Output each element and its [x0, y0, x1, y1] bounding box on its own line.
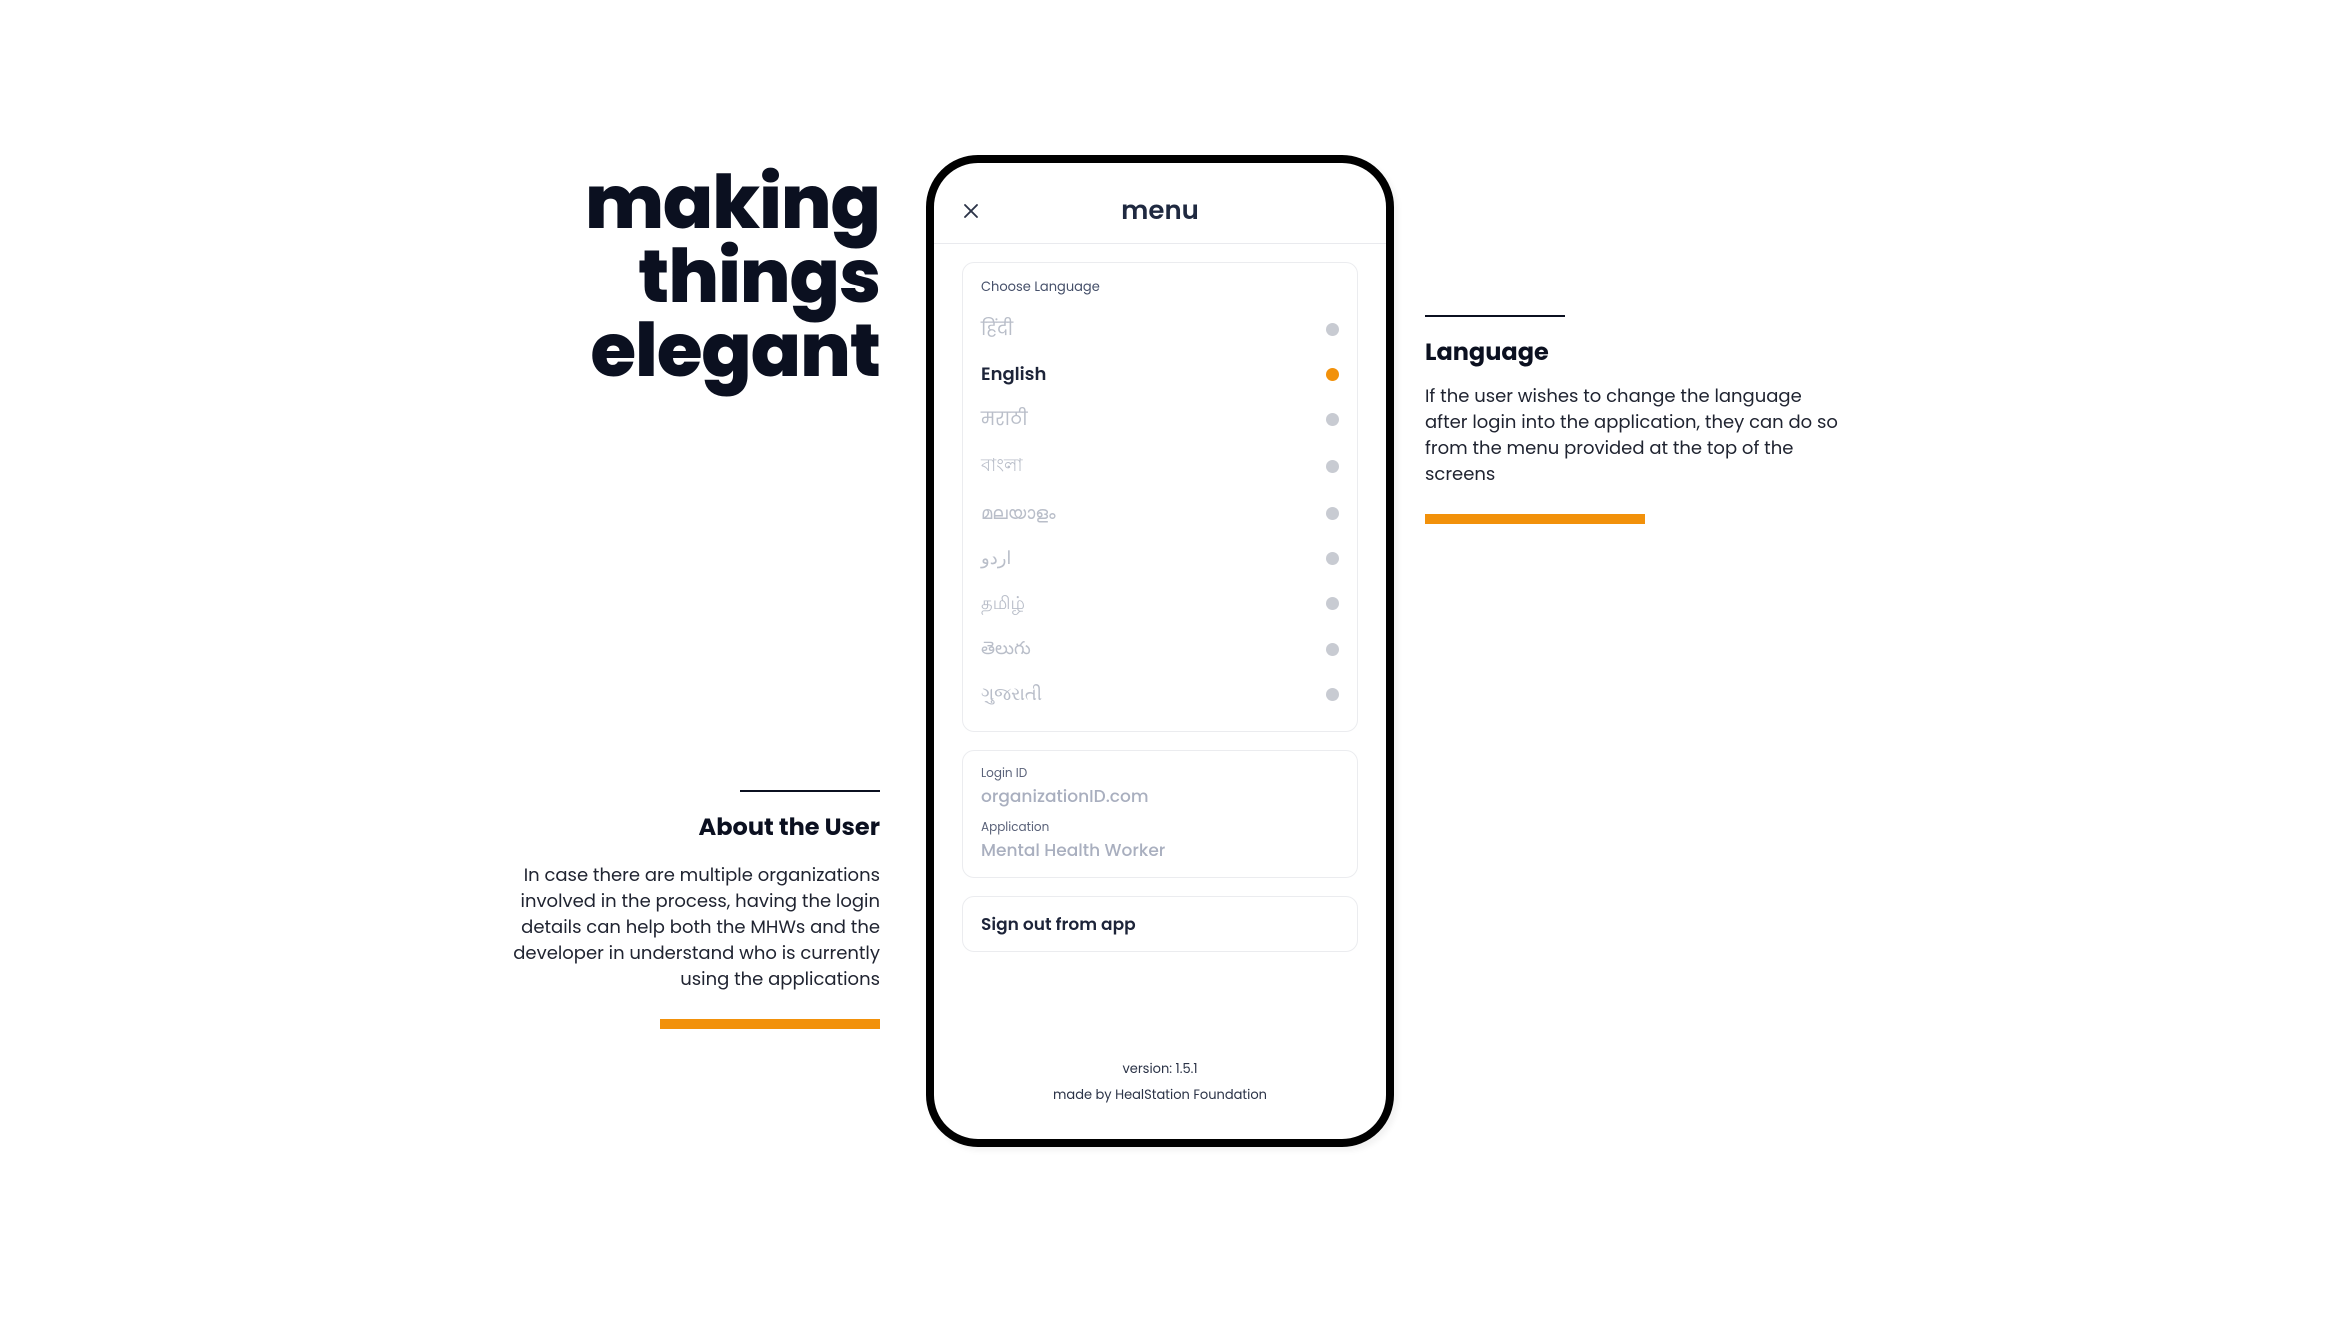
radio-dot-icon — [1326, 323, 1339, 336]
language-note-divider — [1425, 315, 1565, 317]
login-id-value: organizationID.com — [981, 783, 1339, 809]
language-option[interactable]: اردو — [981, 536, 1339, 581]
choose-language-label: Choose Language — [981, 277, 1339, 297]
about-accent-bar — [660, 1019, 880, 1029]
language-label: తెలుగు — [981, 635, 1031, 663]
radio-dot-icon — [1326, 460, 1339, 473]
language-option[interactable]: मराठी — [981, 397, 1339, 442]
phone-frame: menu Choose Language हिंदी English मराठी বা… — [926, 155, 1394, 1147]
radio-dot-icon — [1326, 688, 1339, 701]
radio-dot-icon — [1326, 643, 1339, 656]
menu-title: menu — [1121, 192, 1199, 231]
headline-line3: elegant — [480, 313, 880, 387]
language-note-title: Language — [1425, 335, 1845, 370]
menu-header: menu — [962, 187, 1358, 235]
login-card: Login ID organizationID.com Application … — [962, 750, 1358, 878]
language-option[interactable]: தமிழ் — [981, 581, 1339, 626]
language-option[interactable]: മലയാളം — [981, 491, 1339, 536]
language-label: മലയാളം — [981, 500, 1056, 527]
application-value: Mental Health Worker — [981, 837, 1339, 863]
language-label: اردو — [981, 545, 1011, 572]
header-divider — [934, 243, 1386, 244]
footer: version: 1.5.1 made by HealStation Found… — [962, 1059, 1358, 1139]
language-note-accent-bar — [1425, 514, 1645, 524]
about-title: About the User — [480, 810, 880, 845]
sign-out-button[interactable]: Sign out from app — [962, 896, 1358, 952]
about-body: In case there are multiple organizations… — [480, 863, 880, 993]
language-option[interactable]: বাংলা — [981, 442, 1339, 491]
radio-dot-icon — [1326, 413, 1339, 426]
language-option[interactable]: English — [981, 352, 1339, 397]
language-option[interactable]: ગુજરાતી — [981, 672, 1339, 717]
about-divider — [740, 790, 880, 792]
language-label: हिंदी — [981, 316, 1013, 343]
sign-out-label: Sign out from app — [981, 912, 1136, 936]
application-label: Application — [981, 819, 1339, 837]
headline: making things elegant — [480, 165, 880, 387]
language-option[interactable]: తెలుగు — [981, 626, 1339, 672]
about-user-block: About the User In case there are multipl… — [480, 790, 880, 1029]
headline-block: making things elegant — [480, 165, 880, 387]
language-label: தமிழ் — [981, 590, 1025, 617]
radio-dot-icon — [1326, 368, 1339, 381]
language-card: Choose Language हिंदी English मराठी বাংলা മല… — [962, 262, 1358, 732]
radio-dot-icon — [1326, 507, 1339, 520]
language-note-block: Language If the user wishes to change th… — [1425, 315, 1845, 524]
radio-dot-icon — [1326, 552, 1339, 565]
language-label: ગુજરાતી — [981, 681, 1042, 708]
language-note-body: If the user wishes to change the languag… — [1425, 384, 1845, 488]
made-by-text: made by HealStation Foundation — [962, 1085, 1358, 1105]
language-option[interactable]: हिंदी — [981, 307, 1339, 352]
radio-dot-icon — [1326, 597, 1339, 610]
close-icon[interactable] — [962, 202, 980, 220]
login-id-label: Login ID — [981, 765, 1339, 783]
language-label: বাংলা — [981, 451, 1023, 482]
language-label: English — [981, 361, 1046, 388]
language-label: मराठी — [981, 406, 1028, 433]
version-text: version: 1.5.1 — [962, 1059, 1358, 1079]
